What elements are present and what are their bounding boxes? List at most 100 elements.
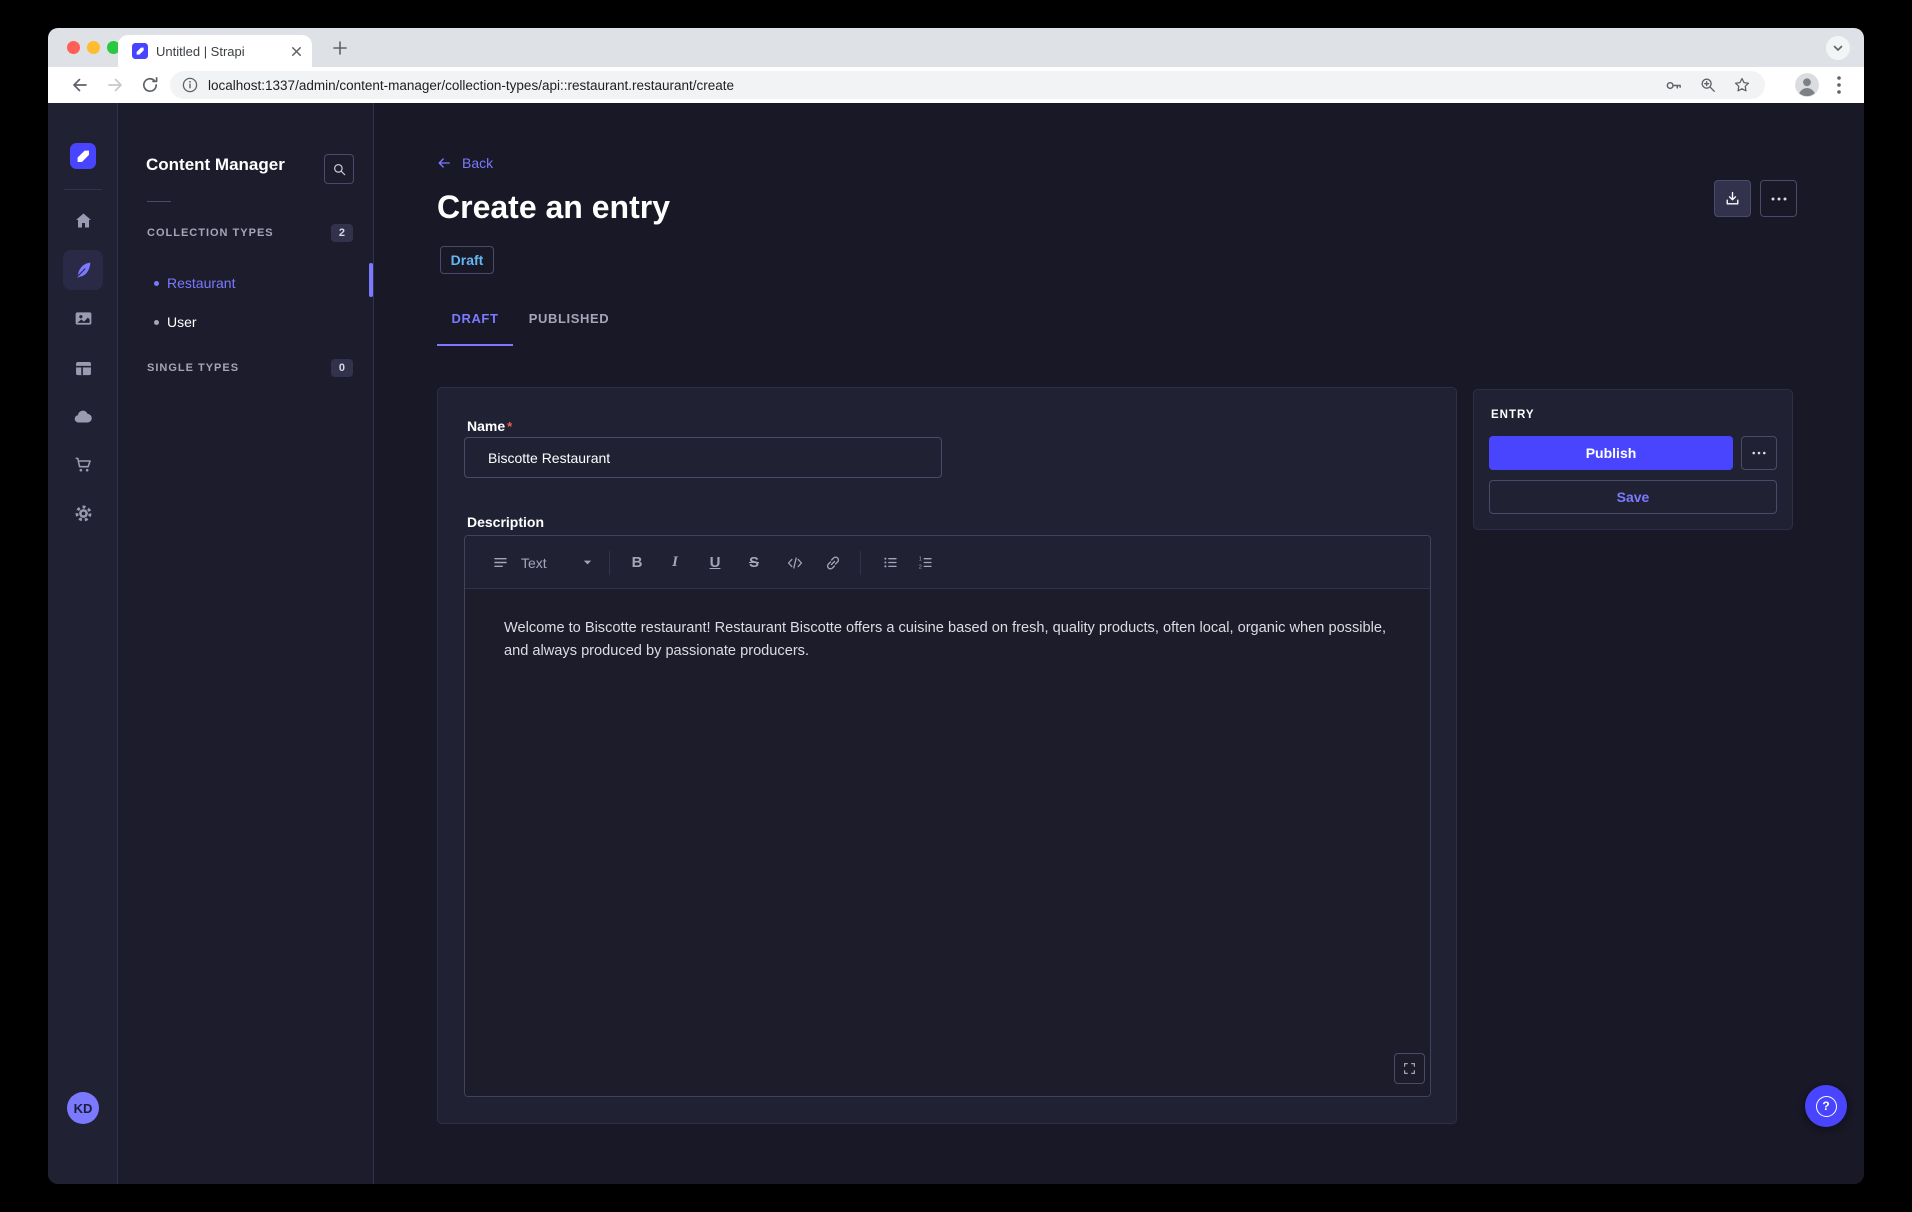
ellipsis-icon (1752, 451, 1766, 455)
password-key-icon[interactable] (1664, 76, 1683, 95)
numbered-list-button[interactable]: 12 (909, 536, 941, 589)
download-icon (1724, 190, 1741, 207)
italic-button[interactable]: I (661, 536, 689, 589)
address-bar[interactable]: localhost:1337/admin/content-manager/col… (170, 71, 1765, 99)
sidebar-item-deploy[interactable] (63, 397, 103, 437)
code-button[interactable] (779, 536, 811, 589)
window-close-button[interactable] (67, 41, 80, 54)
browser-menu-icon[interactable] (1831, 74, 1847, 96)
collection-item-label: User (167, 314, 197, 330)
chevron-down-icon (1832, 42, 1844, 54)
tab-close-icon[interactable] (289, 44, 304, 59)
rich-text-editor: Text B I U S (464, 535, 1431, 1097)
arrow-left-icon (436, 155, 452, 171)
subnav-search-button[interactable] (324, 154, 354, 184)
required-asterisk: * (507, 419, 512, 434)
collection-types-count-badge: 2 (331, 224, 353, 242)
align-icon (492, 554, 509, 571)
link-icon (824, 554, 842, 572)
publish-button[interactable]: Publish (1489, 436, 1733, 470)
name-input[interactable] (464, 437, 942, 478)
strapi-admin: KD Content Manager COLLECTION TYPES 2 Re… (48, 103, 1864, 1184)
browser-tab[interactable]: Untitled | Strapi (118, 35, 312, 67)
expand-icon (1402, 1061, 1417, 1076)
sidebar-item-content-type-builder[interactable] (63, 348, 103, 388)
new-tab-button[interactable] (328, 36, 352, 60)
sidebar-item-home[interactable] (63, 200, 103, 240)
zoom-in-icon[interactable] (1699, 76, 1717, 94)
status-badge: Draft (440, 246, 494, 274)
sidebar-item-restaurant[interactable]: Restaurant (154, 271, 235, 295)
sidebar-item-settings[interactable] (63, 493, 103, 533)
feather-pen-icon (72, 259, 94, 281)
browser-window: Untitled | Strapi localhost:1337/admin/c… (48, 28, 1864, 1184)
browser-tab-strip: Untitled | Strapi (48, 28, 1864, 67)
back-label: Back (462, 155, 493, 171)
underline-button[interactable]: U (701, 536, 729, 589)
export-button[interactable] (1714, 180, 1751, 217)
subnav-scrollbar-thumb[interactable] (369, 263, 373, 297)
question-mark-icon: ? (1816, 1096, 1837, 1117)
name-field-label: Name* (467, 418, 512, 434)
tab-published[interactable]: PUBLISHED (513, 311, 625, 326)
user-avatar[interactable]: KD (67, 1092, 99, 1124)
single-types-label: SINGLE TYPES (147, 362, 239, 374)
sidebar-item-marketplace[interactable] (63, 444, 103, 484)
forward-icon[interactable] (105, 75, 125, 95)
strapi-favicon (132, 43, 148, 59)
block-type-dropdown[interactable]: Text (517, 536, 597, 589)
strapi-logo[interactable] (70, 143, 96, 169)
back-icon[interactable] (70, 75, 90, 95)
home-icon (73, 210, 94, 231)
editor-toolbar: Text B I U S (465, 536, 1430, 589)
bulleted-list-icon (882, 554, 899, 571)
collection-types-section: COLLECTION TYPES 2 (147, 221, 353, 245)
link-button[interactable] (817, 536, 849, 589)
header-more-actions-button[interactable] (1760, 180, 1797, 217)
bullet-icon (154, 281, 159, 286)
sidebar-item-content-manager[interactable] (63, 250, 103, 290)
content-manager-subnav: Content Manager COLLECTION TYPES 2 Resta… (118, 103, 374, 1184)
tab-draft[interactable]: DRAFT (437, 311, 513, 326)
single-types-count-badge: 0 (331, 359, 353, 377)
ellipsis-icon (1771, 197, 1787, 201)
toolbar-separator (609, 551, 610, 575)
main-content: Back Create an entry Draft DRAFT PUBLISH… (374, 103, 1864, 1184)
entry-more-actions-button[interactable] (1741, 436, 1777, 470)
window-minimize-button[interactable] (87, 41, 100, 54)
main-nav: KD (48, 103, 118, 1184)
bulleted-list-button[interactable] (874, 536, 906, 589)
cart-icon (73, 454, 94, 475)
numbered-list-icon: 12 (917, 554, 934, 571)
reload-icon[interactable] (140, 75, 160, 95)
bullet-icon (154, 320, 159, 325)
editor-content[interactable]: Welcome to Biscotte restaurant! Restaura… (465, 589, 1430, 1096)
active-tab-indicator (437, 344, 513, 346)
subnav-title: Content Manager (146, 155, 285, 175)
collection-item-label: Restaurant (167, 275, 235, 291)
nav-divider (64, 189, 102, 190)
save-button[interactable]: Save (1489, 480, 1777, 514)
svg-text:2: 2 (918, 564, 921, 570)
gear-icon (73, 503, 94, 524)
bold-button[interactable]: B (623, 536, 651, 589)
browser-profile-avatar[interactable] (1794, 72, 1820, 98)
align-button[interactable] (485, 536, 515, 589)
plus-icon (333, 41, 347, 55)
sidebar-item-user[interactable]: User (154, 310, 197, 334)
tab-search-button[interactable] (1826, 36, 1850, 60)
layout-icon (73, 358, 94, 379)
entry-panel-title: ENTRY (1491, 409, 1535, 421)
toolbar-separator (860, 551, 861, 575)
code-icon (786, 554, 804, 572)
help-button[interactable]: ? (1805, 1085, 1847, 1127)
back-link[interactable]: Back (436, 153, 493, 173)
strikethrough-button[interactable]: S (740, 536, 768, 589)
page-title: Create an entry (437, 189, 670, 226)
tab-title: Untitled | Strapi (156, 44, 289, 59)
sidebar-item-media-library[interactable] (63, 298, 103, 338)
site-info-icon[interactable] (182, 77, 198, 93)
bookmark-star-icon[interactable] (1733, 76, 1751, 94)
entry-panel: ENTRY Publish Save (1473, 389, 1793, 530)
expand-editor-button[interactable] (1394, 1053, 1425, 1084)
